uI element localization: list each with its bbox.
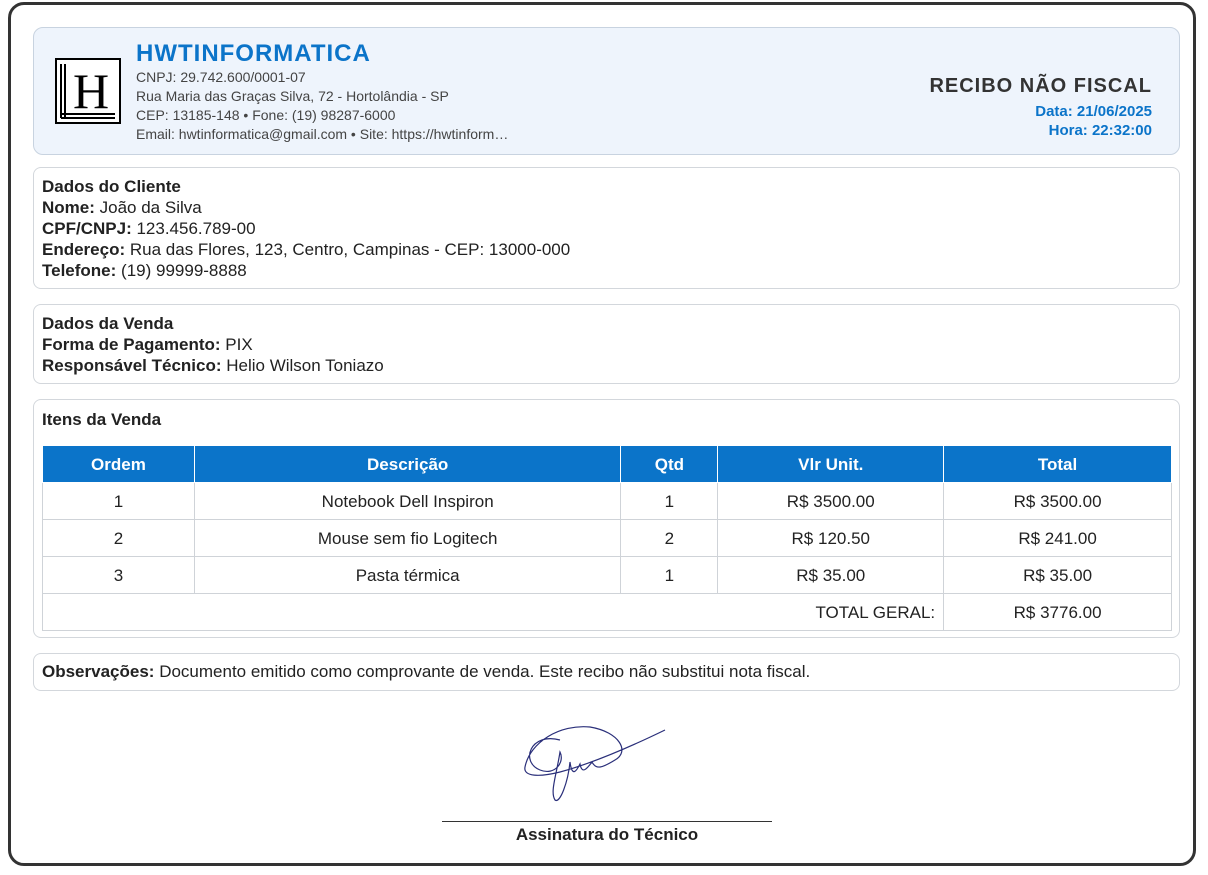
cell-qty: 1 (620, 556, 719, 594)
cell-qty: 2 (620, 519, 719, 557)
cell-total: R$ 35.00 (943, 556, 1172, 594)
client-section: Dados do Cliente Nome: João da Silva CPF… (33, 167, 1180, 289)
cell-order: 2 (42, 519, 195, 557)
signature-line (442, 821, 772, 822)
receipt-title: RECIBO NÃO FISCAL (929, 75, 1152, 97)
client-phone: (19) 99999-8888 (121, 261, 247, 280)
observations-label: Observações: (42, 662, 155, 681)
signature-label: Assinatura do Técnico (515, 825, 699, 844)
observations-section: Observações: Documento emitido como comp… (33, 653, 1180, 691)
payment-label: Forma de Pagamento: (42, 335, 221, 354)
items-section-title: Itens da Venda (42, 410, 162, 429)
company-email-site: Email: hwtinformatica@gmail.com • Site: … (136, 126, 509, 142)
cell-order: 3 (42, 556, 195, 594)
column-header-total: Total (943, 445, 1172, 483)
client-doc-label: CPF/CNPJ: (42, 219, 132, 238)
total-label: TOTAL GERAL: (41, 593, 945, 631)
cell-order: 1 (42, 482, 195, 520)
svg-text:H: H (73, 63, 109, 119)
cell-total: R$ 241.00 (943, 519, 1172, 557)
company-cnpj: CNPJ: 29.742.600/0001-07 (136, 69, 306, 85)
client-address: Rua das Flores, 123, Centro, Campinas - … (129, 240, 571, 259)
column-header-order: Ordem (42, 445, 195, 483)
table-row: 2 Mouse sem fio Logitech 2 R$ 120.50 R$ … (42, 519, 1172, 557)
client-doc: 123.456.789-00 (136, 219, 256, 238)
client-section-title: Dados do Cliente (42, 177, 181, 196)
client-name-label: Nome: (42, 198, 95, 217)
company-info: HWTINFORMATICA CNPJ: 29.742.600/0001-07 … (136, 40, 508, 144)
receipt-time: Hora: 22:32:00 (1048, 122, 1152, 139)
sale-section: Dados da Venda Forma de Pagamento: PIX R… (33, 304, 1180, 384)
table-total-row: TOTAL GERAL: R$ 3776.00 (41, 593, 1172, 631)
column-header-unit-price: Vlr Unit. (717, 445, 945, 483)
client-phone-label: Telefone: (42, 261, 117, 280)
client-address-label: Endereço: (42, 240, 126, 259)
receipt-date: Data: 21/06/2025 (1035, 103, 1152, 120)
receipt-info: RECIBO NÃO FISCAL Data: 21/06/2025 Hora:… (929, 74, 1152, 140)
table-header-row: Ordem Descrição Qtd Vlr Unit. Total (42, 445, 1172, 483)
column-header-qty: Qtd (620, 445, 719, 483)
items-table: Ordem Descrição Qtd Vlr Unit. Total 1 No… (41, 445, 1172, 631)
cell-total: R$ 3500.00 (943, 482, 1172, 520)
technician-signature (524, 726, 666, 801)
items-section: Itens da Venda Ordem Descrição Qtd Vlr U… (33, 399, 1180, 638)
receipt-header: H HWTINFORMATICA CNPJ: 29.742.600/0001-0… (33, 27, 1180, 155)
cell-description: Notebook Dell Inspiron (193, 482, 622, 520)
cell-qty: 1 (620, 482, 719, 520)
total-value: R$ 3776.00 (943, 593, 1172, 631)
payment-method: PIX (225, 335, 253, 354)
sale-section-title: Dados da Venda (42, 314, 174, 333)
cell-description: Pasta térmica (193, 556, 622, 594)
company-name: HWTINFORMATICA (136, 40, 371, 67)
table-row: 1 Notebook Dell Inspiron 1 R$ 3500.00 R$… (42, 482, 1172, 520)
observations-text: Documento emitido como comprovante de ve… (159, 662, 811, 681)
company-cep-phone: CEP: 13185-148 • Fone: (19) 98287-6000 (136, 107, 396, 123)
column-header-description: Descrição (193, 445, 622, 483)
cell-unit-price: R$ 35.00 (717, 556, 945, 594)
cell-unit-price: R$ 120.50 (717, 519, 945, 557)
table-row: 3 Pasta térmica 1 R$ 35.00 R$ 35.00 (42, 556, 1172, 594)
cell-unit-price: R$ 3500.00 (717, 482, 945, 520)
tech-label: Responsável Técnico: (42, 356, 222, 375)
company-logo: H (55, 58, 121, 124)
cell-description: Mouse sem fio Logitech (193, 519, 622, 557)
client-name: João da Silva (99, 198, 202, 217)
tech-name: Helio Wilson Toniazo (226, 356, 384, 375)
company-address: Rua Maria das Graças Silva, 72 - Hortolâ… (136, 88, 449, 104)
